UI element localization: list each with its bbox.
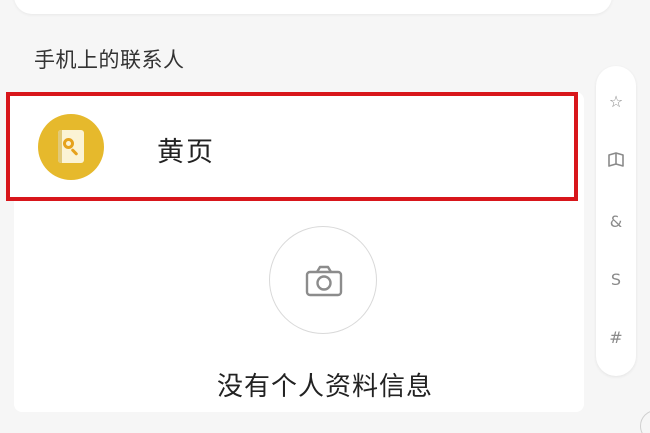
top-card	[14, 0, 612, 14]
star-icon: ☆	[608, 92, 624, 111]
index-item-s[interactable]: S	[596, 270, 636, 289]
alphabet-index-bar[interactable]: ☆ & S #	[596, 66, 636, 376]
profile-photo-button[interactable]	[269, 226, 377, 334]
yellow-pages-icon	[58, 130, 84, 163]
index-item-star[interactable]: ☆	[596, 92, 636, 111]
contact-name: 黄页	[157, 137, 215, 168]
index-item-book[interactable]	[596, 152, 636, 172]
yellow-pages-avatar	[38, 114, 104, 180]
floating-button-edge[interactable]	[640, 410, 650, 433]
contact-row-yellow-pages[interactable]: 黄页	[6, 92, 578, 201]
index-item-ampersand[interactable]: &	[596, 212, 636, 231]
index-item-hash[interactable]: #	[596, 328, 636, 347]
contacts-screen: 手机上的联系人 黄页 没有个人资料信息 ☆ & S #	[0, 0, 650, 433]
empty-profile-text: 没有个人资料信息	[216, 372, 433, 402]
camera-icon	[305, 265, 343, 297]
book-icon	[608, 152, 624, 167]
section-header: 手机上的联系人	[34, 48, 185, 72]
